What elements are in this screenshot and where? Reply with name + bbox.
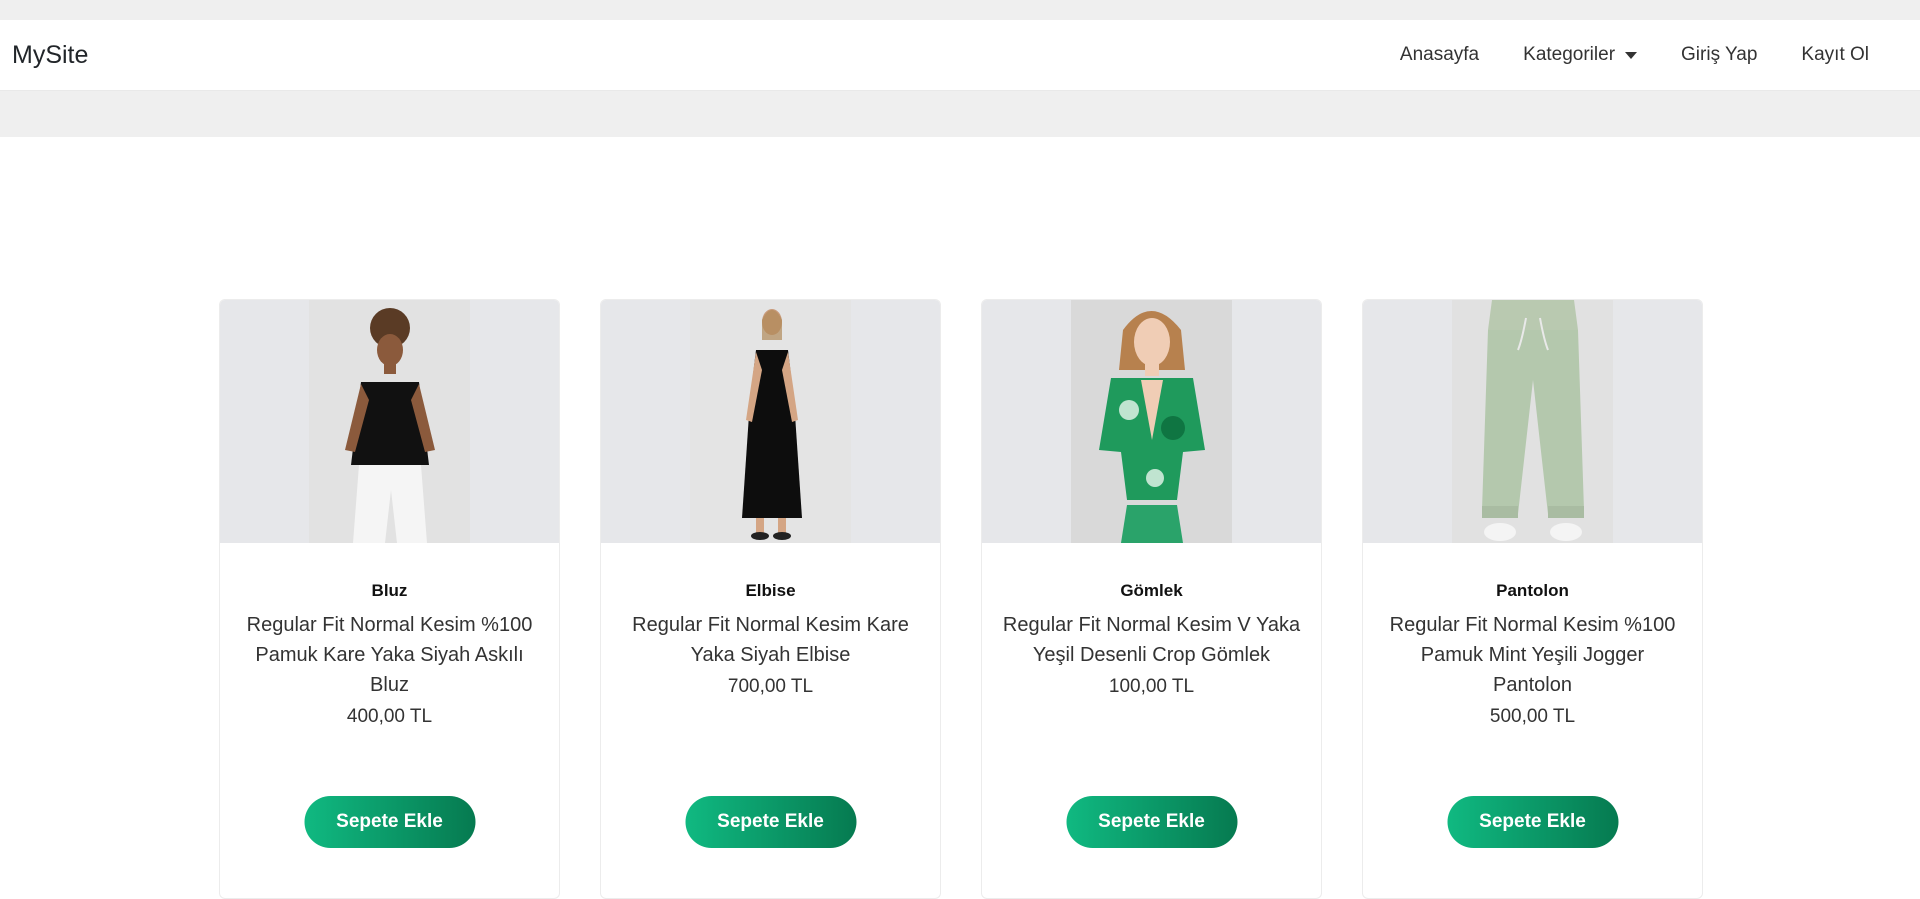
product-card-body: Gömlek Regular Fit Normal Kesim V Yaka Y… <box>982 543 1321 898</box>
product-price: 400,00 TL <box>346 706 433 727</box>
nav-link-kayit-ol[interactable]: Kayıt Ol <box>1779 44 1869 66</box>
product-title: Regular Fit Normal Kesim V Yaka Yeşil De… <box>1002 614 1301 666</box>
nav-link-label: Kategoriler <box>1523 44 1616 65</box>
product-card: Bluz Regular Fit Normal Kesim %100 Pamuk… <box>219 299 560 899</box>
nav-link-label: Kayıt Ol <box>1801 44 1869 65</box>
nav-link-kategoriler[interactable]: Kategoriler <box>1501 44 1659 66</box>
product-category: Pantolon <box>1496 581 1569 600</box>
caret-down-icon <box>1625 51 1638 59</box>
product-title: Regular Fit Normal Kesim %100 Pamuk Kare… <box>246 614 533 696</box>
nav-link-label: Giriş Yap <box>1681 44 1758 65</box>
product-card: Elbise Regular Fit Normal Kesim Kare Yak… <box>600 299 941 899</box>
product-card-body: Pantolon Regular Fit Normal Kesim %100 P… <box>1363 543 1702 898</box>
add-to-cart-button[interactable]: Sepete Ekle <box>685 796 856 848</box>
add-to-cart-button[interactable]: Sepete Ekle <box>304 796 475 848</box>
product-category: Bluz <box>371 581 408 600</box>
product-title: Regular Fit Normal Kesim %100 Pamuk Mint… <box>1389 614 1676 696</box>
product-photo-dress <box>690 300 851 543</box>
product-image-area <box>601 300 940 543</box>
product-image[interactable] <box>690 300 851 543</box>
product-card-body: Elbise Regular Fit Normal Kesim Kare Yak… <box>601 543 940 898</box>
product-list: Bluz Regular Fit Normal Kesim %100 Pamuk… <box>219 299 1703 899</box>
product-price: 100,00 TL <box>1108 676 1195 697</box>
header-band <box>0 91 1920 137</box>
product-category: Elbise <box>745 581 796 600</box>
product-card: Pantolon Regular Fit Normal Kesim %100 P… <box>1362 299 1703 899</box>
product-card: Gömlek Regular Fit Normal Kesim V Yaka Y… <box>981 299 1322 899</box>
product-photo-blouse <box>309 300 470 543</box>
brand-logo[interactable]: MySite <box>12 41 88 70</box>
product-image[interactable] <box>309 300 470 543</box>
add-to-cart-button[interactable]: Sepete Ekle <box>1447 796 1618 848</box>
top-band <box>0 0 1920 20</box>
product-image-area <box>220 300 559 543</box>
product-image[interactable] <box>1452 300 1613 543</box>
nav-link-giris-yap[interactable]: Giriş Yap <box>1659 44 1779 66</box>
nav-link-anasayfa[interactable]: Anasayfa <box>1378 44 1501 66</box>
nav-links: Anasayfa Kategoriler Giriş Yap Kayıt Ol <box>1378 44 1869 66</box>
product-image-area <box>982 300 1321 543</box>
product-price: 500,00 TL <box>1489 706 1576 727</box>
product-photo-trousers <box>1452 300 1613 543</box>
product-image[interactable] <box>1071 300 1232 543</box>
product-photo-shirt <box>1071 300 1232 543</box>
product-image-area <box>1363 300 1702 543</box>
product-category: Gömlek <box>1120 581 1183 600</box>
add-to-cart-button[interactable]: Sepete Ekle <box>1066 796 1237 848</box>
product-price: 700,00 TL <box>727 676 814 697</box>
product-title: Regular Fit Normal Kesim Kare Yaka Siyah… <box>632 614 909 666</box>
nav-link-label: Anasayfa <box>1399 44 1480 65</box>
navbar: MySite Anasayfa Kategoriler Giriş Yap Ka… <box>0 20 1920 91</box>
product-card-body: Bluz Regular Fit Normal Kesim %100 Pamuk… <box>220 543 559 898</box>
